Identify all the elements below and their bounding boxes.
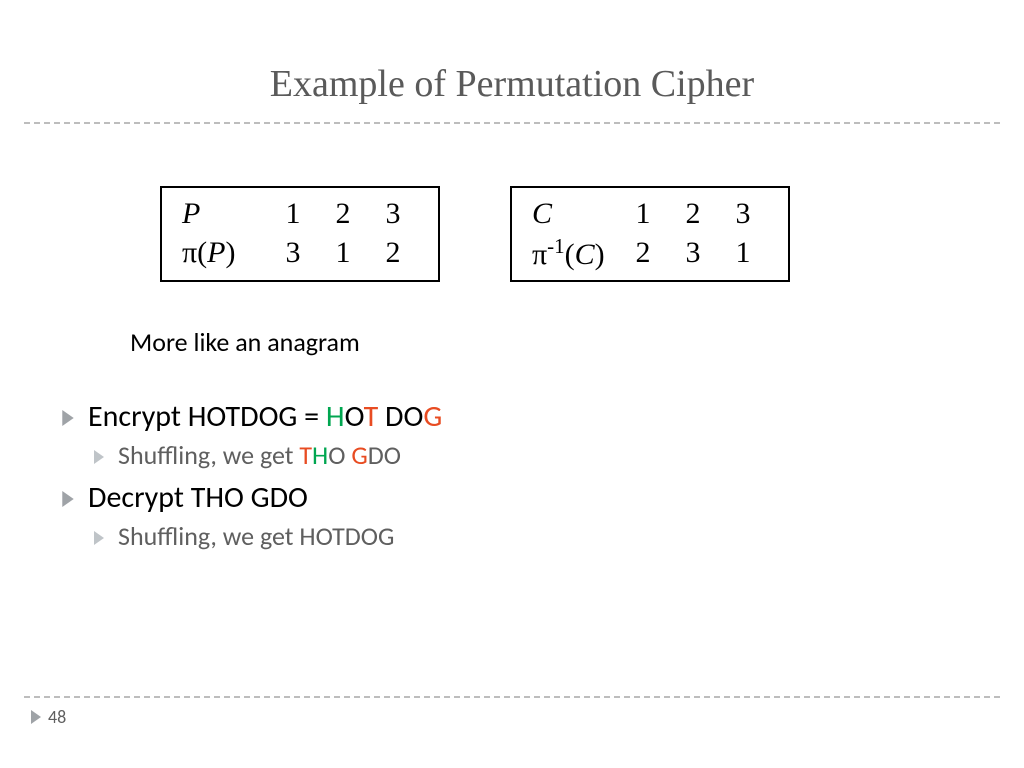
permutation-tables: P 1 2 3 π(P) 3 1 2 C 1 2 3 π-1(C) 2 3 1	[160, 186, 1024, 282]
bullet-list: Encrypt HOTDOG = HOT DOG Shuffling, we g…	[62, 398, 1024, 552]
table-c: C 1 2 3 π-1(C) 2 3 1	[510, 186, 790, 282]
encrypt-bullet: Encrypt HOTDOG = HOT DOG	[62, 398, 1024, 435]
encrypt-sub-bullet: Shuffling, we get THO GDO	[94, 439, 1024, 471]
table-p-r1c2: 2	[318, 194, 368, 233]
table-p-r2c3: 2	[368, 233, 418, 272]
footer-divider	[24, 696, 1000, 698]
table-p-r2c1: 3	[268, 233, 318, 272]
table-p-pi-label: π(P)	[182, 233, 268, 272]
table-c-pi-label: π-1(C)	[532, 233, 618, 274]
table-c-r1c2: 2	[668, 194, 718, 233]
table-c-r2c2: 3	[668, 233, 718, 274]
decrypt-sub-bullet: Shuffling, we get HOTDOG	[94, 520, 1024, 552]
page-number: 48	[30, 706, 1000, 728]
title-divider	[24, 122, 1000, 124]
table-c-r1c3: 3	[718, 194, 768, 233]
table-p-r1c3: 3	[368, 194, 418, 233]
triangle-bullet-icon	[94, 520, 104, 552]
triangle-bullet-icon	[62, 479, 74, 516]
triangle-bullet-icon	[62, 398, 74, 435]
triangle-bullet-icon	[30, 710, 42, 724]
table-c-r1c1: 1	[618, 194, 668, 233]
encrypt-sub-text: Shuffling, we get THO GDO	[118, 439, 401, 471]
table-p-r1c1: 1	[268, 194, 318, 233]
encrypt-text: Encrypt HOTDOG = HOT DOG	[88, 398, 442, 435]
slide-title: Example of Permutation Cipher	[0, 0, 1024, 122]
table-c-r2c1: 2	[618, 233, 668, 274]
table-c-label: C	[532, 194, 618, 233]
anagram-note: More like an anagram	[130, 326, 1024, 358]
table-p: P 1 2 3 π(P) 3 1 2	[160, 186, 440, 282]
triangle-bullet-icon	[94, 439, 104, 471]
decrypt-text: Decrypt THO GDO	[88, 479, 308, 516]
table-c-r2c3: 1	[718, 233, 768, 274]
table-p-r2c2: 1	[318, 233, 368, 272]
decrypt-bullet: Decrypt THO GDO	[62, 479, 1024, 516]
footer: 48	[24, 696, 1000, 728]
table-p-label: P	[182, 194, 268, 233]
decrypt-sub-text: Shuffling, we get HOTDOG	[118, 520, 394, 552]
